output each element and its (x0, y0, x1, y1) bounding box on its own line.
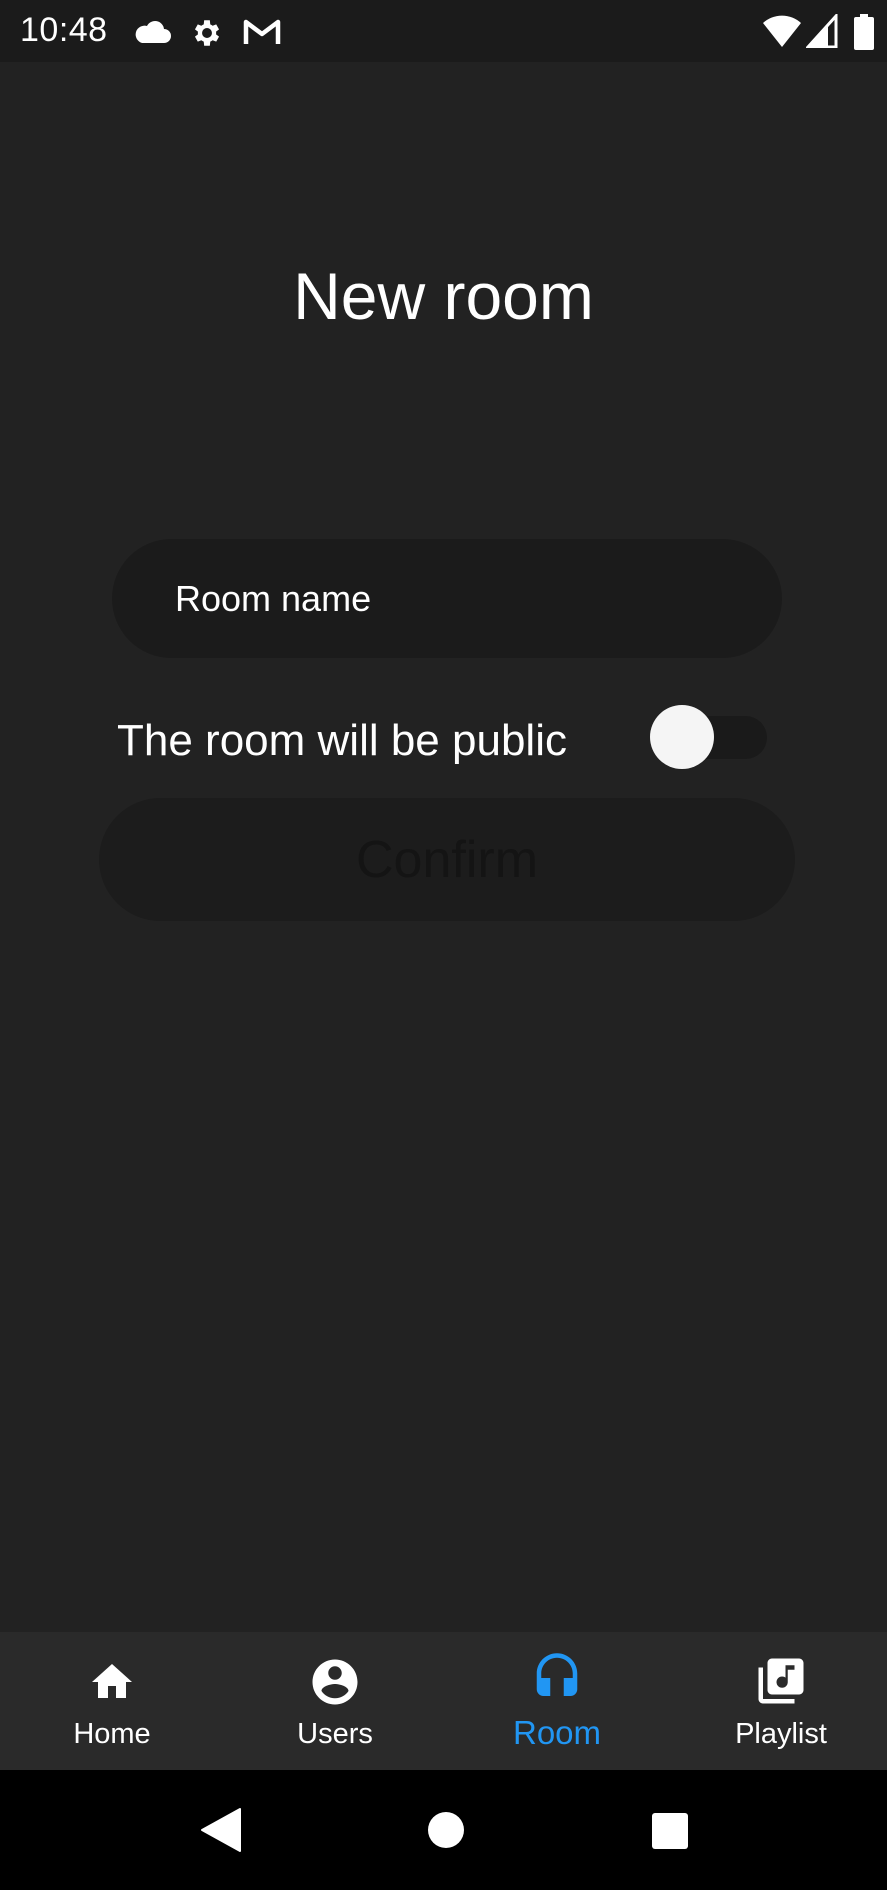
confirm-button[interactable]: Confirm (99, 798, 795, 921)
nav-item-users[interactable]: Users (224, 1632, 446, 1770)
cloud-icon (135, 21, 171, 43)
room-name-input[interactable]: Room name (112, 539, 782, 658)
bottom-nav: Home Users Room Playlist (0, 1632, 887, 1770)
confirm-button-label: Confirm (355, 830, 539, 889)
nav-label-home: Home (73, 1718, 151, 1750)
nav-item-room[interactable]: Room (446, 1632, 668, 1770)
status-bar: 10:48 (0, 0, 887, 62)
library-music-icon (758, 1658, 804, 1704)
nav-label-room: Room (512, 1714, 602, 1751)
system-nav-bar (0, 1770, 887, 1890)
nav-item-home[interactable]: Home (1, 1632, 223, 1770)
battery-icon (854, 14, 874, 50)
room-name-placeholder: Room name (175, 577, 372, 619)
public-room-label: The room will be public (117, 716, 567, 765)
public-room-toggle[interactable] (650, 704, 770, 770)
recents-icon[interactable] (651, 1812, 689, 1850)
gear-icon (194, 20, 220, 46)
nav-label-playlist: Playlist (735, 1718, 827, 1750)
headphones-icon (536, 1653, 578, 1696)
nav-item-playlist[interactable]: Playlist (670, 1632, 887, 1770)
account-circle-icon (312, 1659, 358, 1705)
cell-signal-icon (806, 14, 838, 48)
gmail-icon (243, 19, 281, 44)
nav-label-users: Users (297, 1718, 373, 1750)
status-time: 10:48 (20, 11, 108, 49)
wifi-icon (763, 15, 801, 47)
home-icon (92, 1664, 132, 1698)
toggle-thumb (650, 705, 714, 769)
screen: 10:48 New room Room name The room will b… (0, 0, 887, 1890)
back-icon[interactable] (200, 1807, 242, 1853)
page-title: New room (293, 259, 594, 333)
home-circle-icon[interactable] (427, 1811, 465, 1849)
